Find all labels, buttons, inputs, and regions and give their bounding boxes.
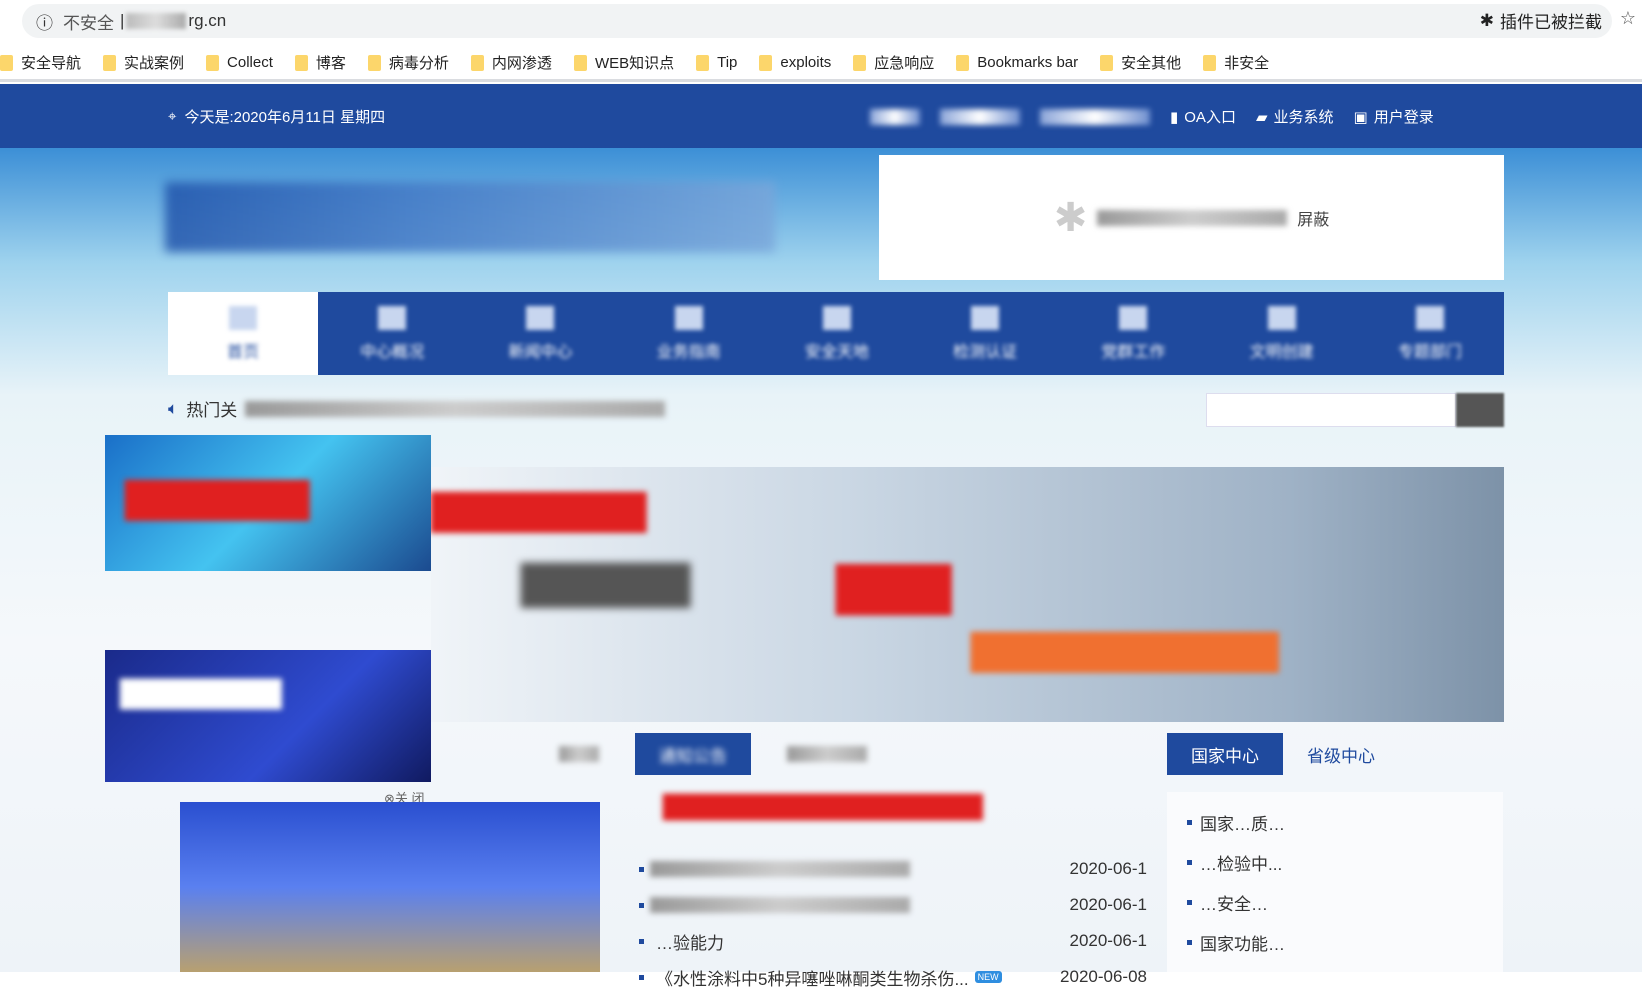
tab-national-center[interactable]: 国家中心 xyxy=(1167,733,1283,775)
folder-icon xyxy=(696,54,710,71)
news-item[interactable]: 2020-06-1 xyxy=(639,851,1147,887)
nav-item[interactable]: 党群工作 xyxy=(1059,292,1207,375)
hot-keywords: 🔈︎ 热门关 xyxy=(168,396,666,421)
plugin-blocked-indicator[interactable]: ✱ 插件已被拦截 xyxy=(1480,8,1602,33)
nav-icon xyxy=(1119,305,1148,330)
nav-item[interactable]: 文明创建 xyxy=(1208,292,1356,375)
top-header: ⌖ 今天是:2020年6月11日 星期四 ▮ OA入口 ▰ 业务系统 ▣ 用户登录 xyxy=(0,84,1642,148)
nav-icon xyxy=(526,305,555,330)
folder-icon xyxy=(367,54,381,71)
info-icon: ⓘ xyxy=(36,13,53,33)
nav-icon xyxy=(822,305,851,330)
center-list-item[interactable]: 国家功能… xyxy=(1187,922,1483,962)
news-tabs: 通知公告 xyxy=(535,733,891,775)
header-link-business[interactable]: ▰ 业务系统 xyxy=(1256,106,1334,127)
news-item[interactable]: 2020-06-1 xyxy=(639,887,1147,923)
nav-icon xyxy=(674,305,703,330)
nav-icon xyxy=(971,305,1000,330)
folder-icon xyxy=(573,54,587,71)
nav-item[interactable]: 中心概况 xyxy=(318,292,466,375)
search-input[interactable] xyxy=(1206,393,1456,427)
header-link-oa[interactable]: ▮ OA入口 xyxy=(1170,106,1236,127)
nav-icon xyxy=(378,305,407,330)
news-list: ▇▇▇▇▇▇▇▇▇▇▇▇▇▇▇▇ 2020-06-1 2020-06-1 …验能力 2… xyxy=(639,790,1147,995)
date-text: 今天是:2020年6月11日 星期四 xyxy=(184,109,386,126)
bookmark-folder[interactable]: Collect xyxy=(206,54,273,71)
nav-item[interactable]: 专题部门 xyxy=(1356,292,1504,375)
nav-icon xyxy=(229,305,257,330)
folder-icon xyxy=(1100,54,1114,71)
header-link-news[interactable] xyxy=(940,108,1020,125)
bookmark-folder[interactable]: 安全其他 xyxy=(1100,52,1181,73)
bookmark-folder[interactable]: 内网渗透 xyxy=(470,52,552,73)
main-banner[interactable]: ▇▇▇▇▇▇▇ ▇▇▇▇▇ ▇▇▇ ▇▇▇▇▇▇▇▇▇▇ xyxy=(431,467,1504,722)
folder-icon xyxy=(470,54,484,71)
bookmark-folder[interactable]: Bookmarks bar xyxy=(956,54,1078,71)
bookmarks-bar: 安全导航 实战案例 Collect 博客 病毒分析 内网渗透 WEB知识点 Tip exploi… xyxy=(0,46,1642,82)
nav-item[interactable]: 业务指南 xyxy=(615,292,763,375)
main-nav: 首页 中心概况 新闻中心 业务指南 安全天地 检测认证 党群工作 文明创建 专题部门 xyxy=(168,292,1504,375)
center-list-item[interactable]: …检验中... xyxy=(1187,842,1483,882)
center-list: 国家…质… …检验中... …安全… 国家功能… xyxy=(1167,792,1503,972)
search-button[interactable] xyxy=(1456,393,1504,427)
folder-icon xyxy=(956,54,970,71)
floating-ad-2[interactable]: ▇▇▇▇▇▇▇ xyxy=(105,650,431,782)
user-card-icon: ▣ xyxy=(1353,108,1368,126)
nav-item[interactable]: 首页 xyxy=(168,292,318,375)
blocked-ad-box: ✱ 屏蔽 xyxy=(879,155,1504,280)
folder-icon xyxy=(1203,54,1217,71)
folder-icon xyxy=(294,54,308,71)
folder-icon xyxy=(206,54,220,71)
building-icon: ▮ xyxy=(1170,108,1179,126)
folder-icon xyxy=(759,54,773,71)
nav-item[interactable]: 检测认证 xyxy=(911,292,1059,375)
news-item[interactable]: …验能力 2020-06-1 xyxy=(639,923,1147,959)
puzzle-icon: ✱ xyxy=(1053,195,1088,240)
bookmark-folder[interactable]: 安全导航 xyxy=(0,52,81,73)
briefcase-icon: ▰ xyxy=(1255,108,1268,126)
address-bar[interactable]: ⓘ 不安全 | rg.cn xyxy=(22,4,1612,38)
bookmark-folder[interactable]: 病毒分析 xyxy=(367,52,449,73)
security-label: 不安全 xyxy=(63,13,114,33)
folder-icon xyxy=(0,54,13,71)
nav-icon xyxy=(1267,305,1296,330)
tab-blurred[interactable] xyxy=(763,733,891,775)
bookmark-folder[interactable]: 应急响应 xyxy=(853,52,934,73)
bookmark-folder[interactable]: 非安全 xyxy=(1203,52,1269,73)
new-badge: NEW xyxy=(974,971,1002,983)
nav-item[interactable]: 安全天地 xyxy=(763,292,911,375)
location-icon: ⌖ xyxy=(168,108,177,125)
url-text: rg.cn xyxy=(188,11,227,30)
tab-blurred[interactable] xyxy=(535,733,623,775)
nav-icon xyxy=(1415,305,1444,330)
folder-icon xyxy=(103,54,117,71)
bookmark-folder[interactable]: Tip xyxy=(696,54,737,71)
bookmark-folder[interactable]: WEB知识点 xyxy=(573,52,674,73)
news-photo[interactable] xyxy=(180,802,600,972)
bookmark-folder[interactable]: 博客 xyxy=(294,52,346,73)
bookmark-folder[interactable]: 实战案例 xyxy=(103,52,184,73)
puzzle-icon: ✱ xyxy=(1479,10,1494,30)
center-tabs: 国家中心 省级中心 xyxy=(1167,733,1503,775)
tab-notice[interactable]: 通知公告 xyxy=(635,733,751,775)
bookmark-star-icon[interactable]: ☆ xyxy=(1620,8,1636,29)
bookmark-folder[interactable]: exploits xyxy=(759,54,831,71)
floating-ad-1[interactable]: ▇▇▇▇▇▇ xyxy=(105,435,431,571)
tab-provincial-center[interactable]: 省级中心 xyxy=(1283,733,1399,775)
header-link-login[interactable]: ▣ 用户登录 xyxy=(1354,106,1434,127)
nav-item[interactable]: 新闻中心 xyxy=(466,292,614,375)
folder-icon xyxy=(853,54,867,71)
site-logo[interactable] xyxy=(165,182,775,252)
center-list-item[interactable]: 国家…质… xyxy=(1187,802,1483,842)
center-list-item[interactable]: …安全… xyxy=(1187,882,1483,922)
speaker-icon: 🔈︎ xyxy=(168,398,179,418)
news-item[interactable]: 《水性涂料中5种异噻唑啉酮类生物杀伤... NEW 2020-06-08 xyxy=(639,959,1147,995)
